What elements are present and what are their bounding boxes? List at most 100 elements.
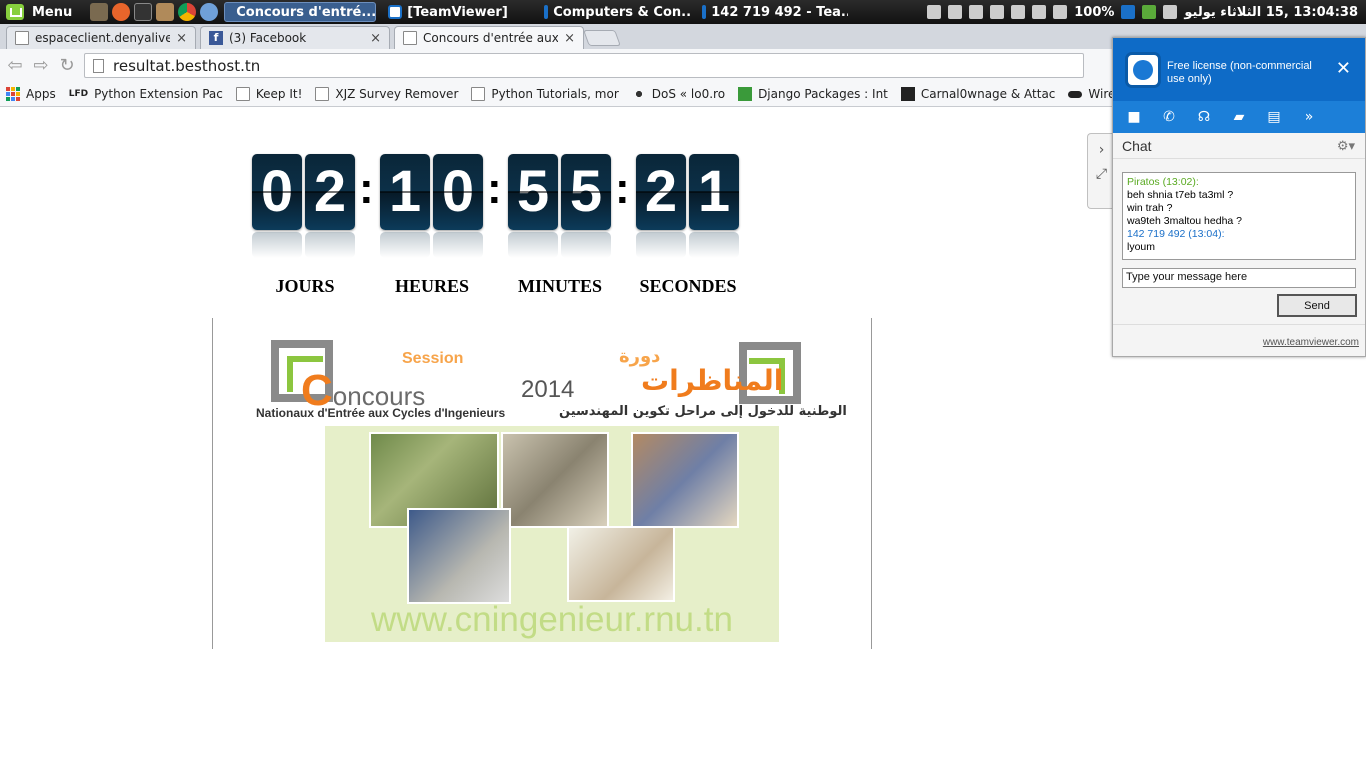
banner-arabic-title: المناظرات (641, 364, 784, 397)
tab-close-icon[interactable]: × (370, 31, 381, 46)
bookmark-python-tutorials[interactable]: Python Tutorials, mor (471, 87, 619, 101)
facebook-icon: f (209, 31, 223, 45)
taskbar-window-session[interactable]: 142 719 492 - Tea... (696, 2, 848, 22)
chat-message-input[interactable]: Type your message here (1122, 268, 1356, 288)
start-menu-label: Menu (32, 4, 73, 20)
digit-reflection (636, 232, 686, 258)
page-icon (15, 31, 29, 45)
battery-icon[interactable] (1053, 5, 1068, 19)
digit-reflection (380, 232, 430, 258)
chat-icon[interactable]: ▰ (1230, 109, 1248, 125)
bookmark-apps[interactable]: Apps (6, 87, 56, 101)
separator-colon: : (359, 164, 374, 213)
page-icon (471, 87, 486, 101)
digit-reflection (689, 232, 739, 258)
hours-label: HEURES (394, 276, 470, 296)
bluetooth-icon[interactable] (990, 5, 1005, 19)
days-digit-1: 0 (252, 154, 302, 230)
chat-header: Chat ⚙▾ (1113, 133, 1365, 159)
bookmark-python-extension[interactable]: LFD Python Extension Pac (69, 87, 223, 101)
files-launcher-icon[interactable] (156, 3, 175, 21)
send-button[interactable]: Send (1277, 294, 1357, 317)
taskbar-window-teamviewer[interactable]: [TeamViewer] (382, 2, 532, 22)
minutes-digit-1: 5 (508, 154, 558, 230)
terminal-launcher-icon[interactable] (134, 3, 153, 21)
shield-icon[interactable] (1142, 5, 1157, 19)
tab-concours[interactable]: Concours d'entrée aux cy × (394, 26, 584, 49)
bookmark-label: DoS « lo0.ro (651, 87, 726, 101)
seconds-digit-1: 2 (636, 154, 686, 230)
days-label: JOURS (275, 276, 335, 296)
bookmark-label: Python Tutorials, mor (491, 87, 619, 101)
globe-launcher-icon[interactable] (200, 3, 219, 21)
network-signal-icon[interactable] (1011, 5, 1026, 19)
chat-message: beh shnia t7eb ta3ml ? (1127, 189, 1234, 201)
settings-icon[interactable] (969, 5, 984, 19)
bookmark-label: Carnal0wnage & Attac (920, 87, 1056, 101)
address-bar[interactable]: resultat.besthost.tn (84, 53, 1084, 78)
bookmark-carnal0wnage[interactable]: Carnal0wnage & Attac (900, 87, 1056, 101)
tab-close-icon[interactable]: × (564, 31, 575, 46)
url-text[interactable]: resultat.besthost.tn (113, 57, 260, 75)
bookmark-keep-it[interactable]: Keep It! (235, 87, 302, 101)
video-icon[interactable]: ■ (1125, 109, 1143, 125)
bookmark-xjz-survey[interactable]: XJZ Survey Remover (315, 87, 458, 101)
bookmark-label: Django Packages : Int (758, 87, 888, 101)
taskbar-window-chrome[interactable]: Concours d'entré... (224, 2, 377, 22)
tab-facebook[interactable]: f (3) Facebook × (200, 26, 390, 49)
clock[interactable]: 13:04:38 ,15 الثلاثاء يوليو (1184, 5, 1358, 20)
camera-launcher-icon[interactable] (90, 3, 109, 21)
system-taskbar: Menu Concours d'entré... [TeamViewer] Co… (0, 0, 1366, 24)
dots-icon (631, 87, 646, 101)
chrome-launcher-icon[interactable] (178, 3, 197, 21)
user-icon[interactable] (948, 5, 963, 19)
digit-reflection (305, 232, 355, 258)
teamviewer-actions: ■ ✆ ☊ ▰ ▤ » (1113, 101, 1365, 133)
page-icon (315, 87, 330, 101)
close-icon[interactable]: ✕ (1336, 58, 1351, 79)
page-icon (403, 31, 417, 45)
chat-message: wa9teh 3maltou hedha ? (1127, 215, 1243, 227)
headset-icon[interactable]: ☊ (1195, 109, 1213, 125)
collapse-arrow-icon[interactable]: › (1088, 142, 1115, 158)
tab-espaceclient[interactable]: espaceclient.denyalive.co × (6, 26, 196, 49)
django-icon (738, 87, 753, 101)
files-icon[interactable]: ▤ (1265, 109, 1283, 125)
phone-icon[interactable]: ✆ (1160, 109, 1178, 125)
new-tab-button[interactable] (583, 30, 621, 46)
chat-sender: 142 719 492 (13:04): (1127, 228, 1225, 240)
digit-reflection (508, 232, 558, 258)
keyboard-layout-icon[interactable] (927, 5, 942, 19)
teamviewer-tray-icon[interactable] (1121, 5, 1136, 19)
technician-photo (407, 508, 511, 604)
teamviewer-link[interactable]: www.teamviewer.com (1263, 337, 1359, 348)
taskbar-window-label: 142 719 492 - Tea... (711, 4, 849, 20)
machinery-photo (501, 432, 609, 528)
bookmark-label: Apps (26, 87, 56, 101)
expand-icon[interactable]: ⤢ (1088, 166, 1115, 182)
days-digit-2: 2 (305, 154, 355, 230)
more-icon[interactable]: » (1300, 109, 1318, 125)
bookmark-django-packages[interactable]: Django Packages : Int (738, 87, 888, 101)
firefox-launcher-icon[interactable] (112, 3, 131, 21)
teamviewer-side-handle[interactable]: › ⤢ (1087, 133, 1115, 209)
teamviewer-icon (544, 5, 549, 19)
teamviewer-icon (388, 5, 403, 19)
notes-icon[interactable] (1163, 5, 1178, 19)
concours-banner: Session Concours 2014 دورة المناظرات Nat… (212, 318, 872, 649)
gear-icon[interactable]: ⚙▾ (1337, 138, 1355, 154)
reload-icon[interactable]: ↻ (56, 55, 78, 77)
forward-arrow-icon[interactable]: ⇨ (30, 55, 52, 77)
taskbar-window-label: [TeamViewer] (407, 4, 508, 20)
bookmark-dos-lo0[interactable]: DoS « lo0.ro (631, 87, 726, 101)
page-icon (93, 58, 104, 73)
tab-title: Concours d'entrée aux cy (423, 31, 559, 45)
back-arrow-icon[interactable]: ⇦ (4, 55, 26, 77)
tab-title: (3) Facebook (229, 31, 307, 45)
tab-close-icon[interactable]: × (176, 31, 187, 46)
volume-icon[interactable] (1032, 5, 1047, 19)
taskbar-window-computers[interactable]: Computers & Con... (538, 2, 690, 22)
separator-colon: : (487, 164, 502, 213)
start-menu-button[interactable]: Menu (0, 0, 78, 24)
quick-launchers (90, 3, 219, 21)
